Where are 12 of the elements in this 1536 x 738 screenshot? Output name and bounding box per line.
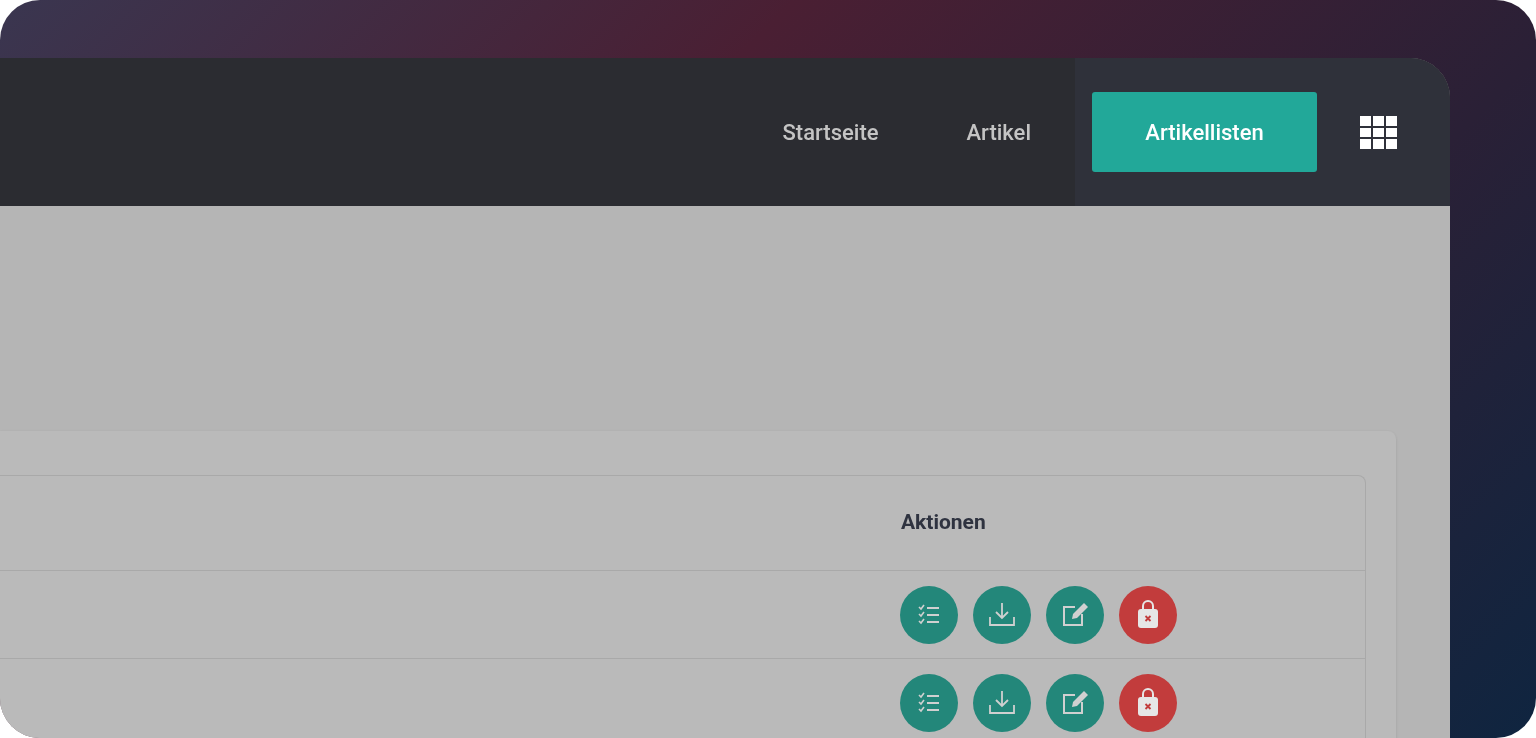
apps-grid-icon[interactable] bbox=[1360, 115, 1397, 149]
list-button[interactable] bbox=[900, 674, 958, 732]
download-button[interactable] bbox=[973, 585, 1031, 644]
column-header: Aktionen bbox=[901, 509, 986, 537]
edit-button[interactable] bbox=[1046, 585, 1104, 644]
delete-button[interactable] bbox=[1119, 585, 1177, 644]
nav-link[interactable]: Artikel bbox=[922, 95, 1075, 169]
delete-button[interactable] bbox=[1119, 674, 1177, 732]
list-button[interactable] bbox=[900, 585, 958, 644]
nav-link[interactable]: Startseite bbox=[738, 95, 923, 169]
edit-button[interactable] bbox=[1046, 674, 1104, 732]
download-button[interactable] bbox=[973, 674, 1031, 732]
